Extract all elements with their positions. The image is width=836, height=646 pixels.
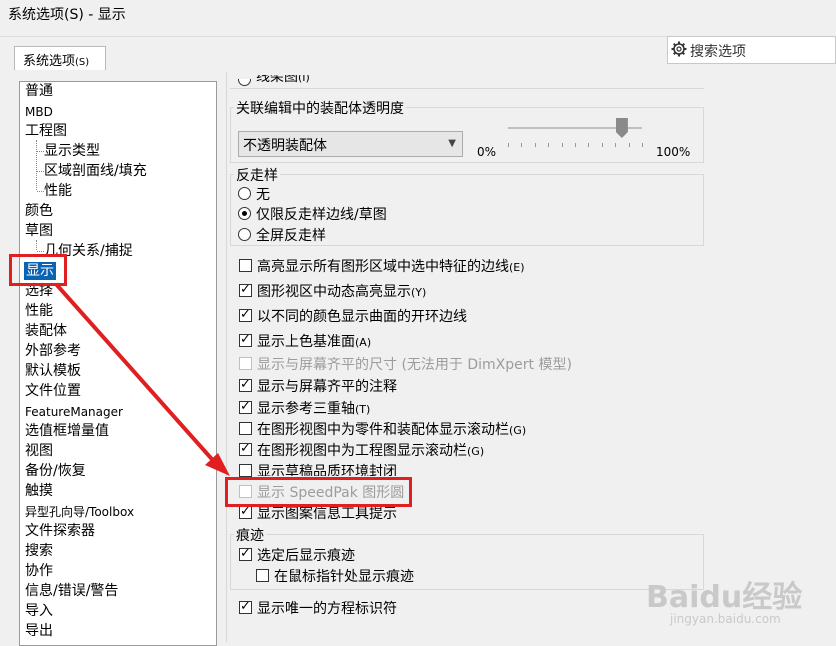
watermark: Baidu经验 jingyan.baidu.com [646, 572, 832, 632]
watermark-brand: Baidu经验 [646, 580, 803, 615]
annotation-arrow [54, 282, 230, 476]
watermark-url: jingyan.baidu.com [670, 612, 781, 626]
